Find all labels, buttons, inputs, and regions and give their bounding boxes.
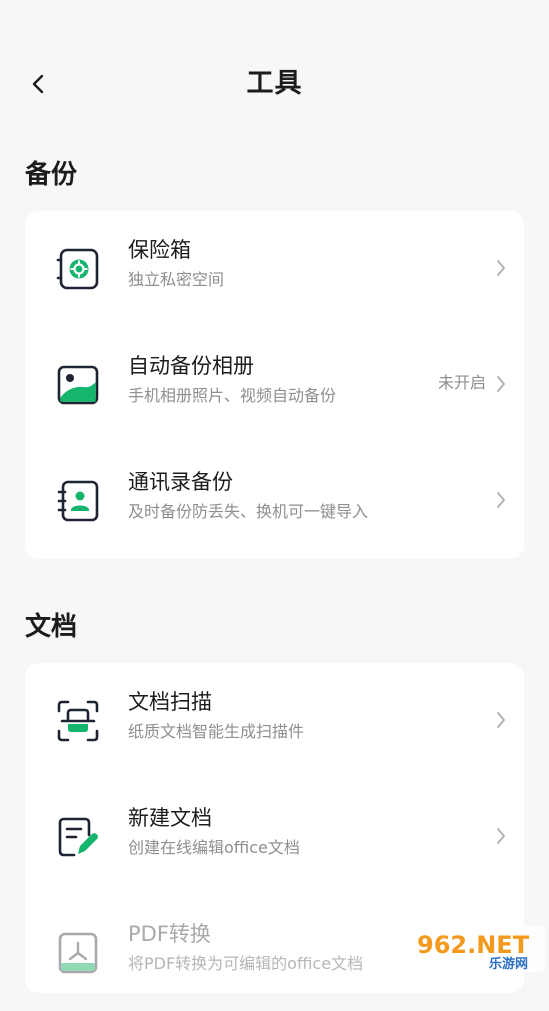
tool-item-photo-backup[interactable]: 自动备份相册 手机相册照片、视频自动备份 未开启 — [25, 327, 524, 443]
tool-item-title: 保险箱 — [128, 238, 191, 262]
tool-item-title: 新建文档 — [128, 806, 212, 830]
tool-item-document-scan[interactable]: 文档扫描 纸质文档智能生成扫描件 — [25, 663, 524, 779]
header-bar: 工具 — [0, 52, 549, 116]
tool-item-new-document[interactable]: 新建文档 创建在线编辑office文档 — [25, 779, 524, 895]
chevron-right-icon — [497, 828, 505, 844]
safe-icon — [56, 248, 99, 290]
tool-item-subtitle: 独立私密空间 — [128, 270, 225, 289]
tool-item-subtitle: 及时备份防丢失、换机可一键导入 — [128, 502, 369, 521]
tool-item-title: PDF转换 — [128, 922, 211, 946]
chevron-right-icon — [497, 712, 505, 728]
tool-item-subtitle: 将PDF转换为可编辑的office文档 — [128, 954, 364, 973]
chevron-right-icon — [497, 376, 505, 392]
watermark-sub: 乐游网 — [489, 956, 528, 972]
tool-item-contacts-backup[interactable]: 通讯录备份 及时备份防丢失、换机可一键导入 — [25, 443, 524, 559]
scan-icon — [57, 700, 99, 742]
section-title-backup: 备份 — [25, 160, 78, 190]
tool-item-title: 通讯录备份 — [128, 470, 233, 494]
tool-item-subtitle: 纸质文档智能生成扫描件 — [128, 722, 305, 741]
watermark-brand: 962.NET — [417, 931, 530, 959]
new-document-icon — [58, 817, 98, 857]
photo-album-icon — [57, 365, 99, 405]
tool-item-title: 自动备份相册 — [128, 354, 254, 378]
watermark-logo: 962.NET 乐游网 — [411, 926, 545, 972]
tool-item-title: 文档扫描 — [128, 690, 212, 714]
chevron-right-icon — [497, 492, 505, 508]
pdf-convert-icon — [58, 932, 98, 974]
backup-card: 保险箱 独立私密空间 自动备份相册 手机相册照片、视频自动备份 未开启 通讯录备… — [25, 211, 524, 559]
contacts-icon — [57, 480, 99, 522]
page-title: 工具 — [246, 68, 303, 99]
tool-item-safe[interactable]: 保险箱 独立私密空间 — [25, 211, 524, 327]
chevron-right-icon — [497, 260, 505, 276]
tool-item-subtitle: 创建在线编辑office文档 — [128, 838, 300, 857]
section-title-documents: 文档 — [25, 612, 78, 642]
tool-item-subtitle: 手机相册照片、视频自动备份 — [128, 386, 337, 405]
status-label: 未开启 — [437, 373, 486, 392]
